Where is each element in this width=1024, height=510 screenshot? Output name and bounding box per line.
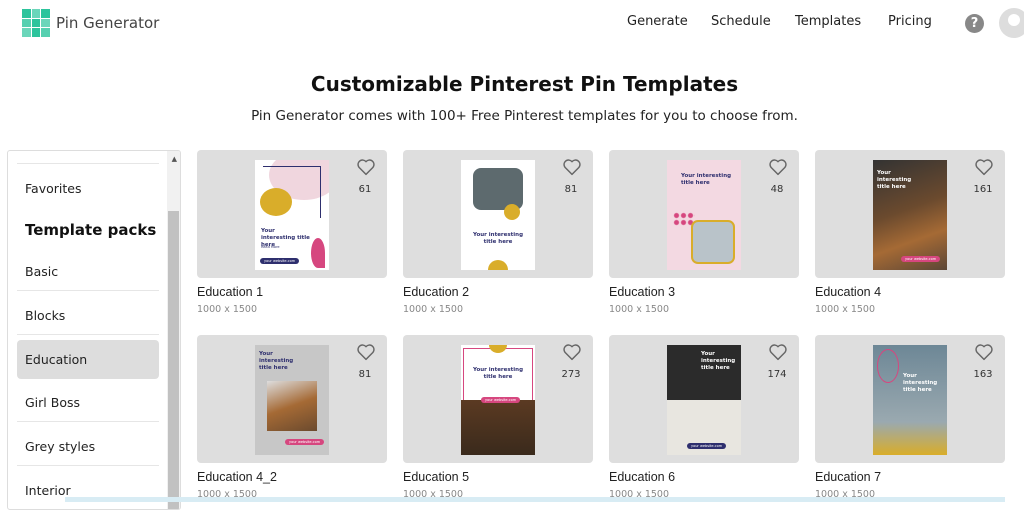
heart-icon[interactable] [562, 343, 582, 361]
avatar[interactable] [999, 8, 1024, 38]
pin-preview: Your interesting title here [667, 160, 741, 270]
like-count: 163 [973, 369, 993, 380]
pin-text: your website.com [687, 443, 727, 449]
pin-text: Your interesting title here [877, 170, 912, 190]
pin-shape [488, 260, 508, 270]
help-icon[interactable]: ? [965, 14, 984, 33]
pin-text: Your interesting title here [259, 351, 294, 371]
sidebar-item-hidden[interactable] [17, 151, 159, 164]
template-card[interactable]: Your interesting title here your website.… [403, 335, 593, 500]
template-preview-box[interactable]: Your interesting title here 48 [609, 150, 799, 278]
pin-shape [461, 400, 535, 455]
template-preview-box[interactable]: Your interesting title here your website.… [197, 335, 387, 463]
pin-shape [691, 220, 735, 264]
pin-shape: Read More [261, 245, 280, 249]
heart-icon[interactable] [562, 158, 582, 176]
like-count: 273 [561, 369, 581, 380]
pin-shape [877, 349, 899, 383]
pin-text: Your interesting title here [701, 351, 736, 371]
template-preview-box[interactable]: Your interesting title here your website.… [609, 335, 799, 463]
like-count: 174 [767, 369, 787, 380]
template-name[interactable]: Education 7 [815, 470, 1005, 484]
like-count: 161 [973, 184, 993, 195]
nav-templates[interactable]: Templates [795, 14, 861, 29]
pin-preview: Your interesting title here [461, 160, 535, 270]
template-preview-box[interactable]: Your interesting title here your website.… [815, 150, 1005, 278]
template-preview-box[interactable]: Your interesting title here Read More your… [197, 150, 387, 278]
heart-icon[interactable] [356, 158, 376, 176]
pin-preview: Your interesting title here Read More your… [255, 160, 329, 270]
template-name[interactable]: Education 1 [197, 285, 387, 299]
template-preview-box[interactable]: Your interesting title here 81 [403, 150, 593, 278]
brand-name: Pin Generator [56, 14, 160, 32]
nav-schedule[interactable]: Schedule [711, 14, 771, 29]
template-card[interactable]: Your interesting title here your website.… [815, 150, 1005, 315]
sidebar-item-education[interactable]: Education [17, 340, 159, 379]
template-card[interactable]: Your interesting title here 48 Education… [609, 150, 799, 315]
template-card[interactable]: Your interesting title here your website.… [197, 335, 387, 500]
template-name[interactable]: Education 4_2 [197, 470, 387, 484]
template-size: 1000 x 1500 [403, 304, 464, 315]
pin-shape [473, 168, 523, 210]
like-count: 48 [770, 184, 784, 195]
like-count: 81 [564, 184, 578, 195]
pin-shape [260, 188, 292, 216]
sidebar-item-blocks[interactable]: Blocks [17, 296, 159, 335]
template-card[interactable]: Your interesting title here 163 Educatio… [815, 335, 1005, 500]
page-title: Customizable Pinterest Pin Templates [310, 72, 739, 96]
heart-icon[interactable] [356, 343, 376, 361]
logo[interactable]: Pin Generator [22, 9, 159, 37]
bottom-bar [65, 497, 1005, 502]
template-name[interactable]: Education 4 [815, 285, 1005, 299]
template-size: 1000 x 1500 [197, 304, 258, 315]
sidebar-section-title: Template packs [25, 221, 157, 239]
sidebar: Favorites Template packs Basic Blocks Ed… [7, 150, 181, 510]
template-name[interactable]: Education 3 [609, 285, 799, 299]
template-name[interactable]: Education 6 [609, 470, 799, 484]
sidebar-item-favorites[interactable]: Favorites [17, 169, 159, 208]
template-size: 1000 x 1500 [815, 304, 876, 315]
template-card[interactable]: Your interesting title here Read More your… [197, 150, 387, 315]
pin-text: your website.com [481, 397, 521, 403]
template-preview-box[interactable]: Your interesting title here 163 [815, 335, 1005, 463]
pin-preview: Your interesting title here your website.… [873, 160, 947, 270]
heart-icon[interactable] [974, 158, 994, 176]
template-card[interactable]: Your interesting title here 81 Education… [403, 150, 593, 315]
scrollbar-thumb[interactable] [168, 211, 179, 509]
pin-text: Your interesting title here [472, 232, 524, 245]
pin-preview: Your interesting title here your website.… [255, 345, 329, 455]
pin-text: Your interesting title here [903, 373, 938, 393]
pin-text: your website.com [285, 439, 325, 445]
pin-text: your website.com [260, 258, 300, 264]
sidebar-item-basic[interactable]: Basic [17, 252, 159, 291]
nav-pricing[interactable]: Pricing [888, 14, 932, 29]
pin-shape [504, 204, 520, 220]
sidebar-item-grey-styles[interactable]: Grey styles [17, 427, 159, 466]
template-preview-box[interactable]: Your interesting title here your website.… [403, 335, 593, 463]
template-name[interactable]: Education 5 [403, 470, 593, 484]
scroll-up-icon[interactable]: ▲ [172, 155, 177, 163]
template-name[interactable]: Education 2 [403, 285, 593, 299]
page-subtitle: Pin Generator comes with 100+ Free Pinte… [251, 108, 798, 124]
like-count: 61 [358, 184, 372, 195]
pin-text: Your interesting title here [472, 367, 524, 380]
sidebar-scrollbar[interactable]: ▲ [167, 151, 180, 509]
pin-preview: Your interesting title here your website.… [461, 345, 535, 455]
pin-shape [311, 238, 325, 268]
sidebar-item-girl-boss[interactable]: Girl Boss [17, 383, 159, 422]
logo-icon [22, 9, 50, 37]
template-card[interactable]: Your interesting title here your website.… [609, 335, 799, 500]
pin-preview: Your interesting title here [873, 345, 947, 455]
template-size: 1000 x 1500 [609, 304, 670, 315]
pin-text: Your interesting title here [681, 173, 732, 186]
sidebar-item-interior[interactable]: Interior [17, 471, 159, 509]
pin-shape [267, 381, 317, 431]
pin-preview: Your interesting title here your website.… [667, 345, 741, 455]
pin-text: your website.com [901, 256, 941, 262]
heart-icon[interactable] [768, 343, 788, 361]
nav-generate[interactable]: Generate [627, 14, 688, 29]
heart-icon[interactable] [768, 158, 788, 176]
like-count: 81 [358, 369, 372, 380]
heart-icon[interactable] [974, 343, 994, 361]
